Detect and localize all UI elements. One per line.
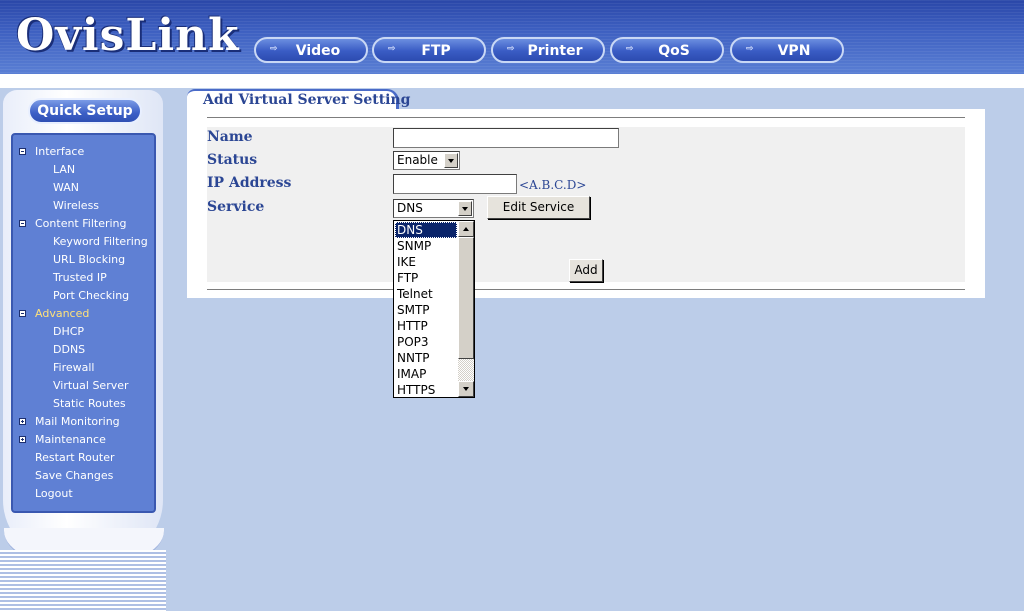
sidebar-item-maintenance[interactable]: Maintenance (35, 433, 106, 446)
service-option-snmp[interactable]: SNMP (395, 238, 457, 254)
service-option-ftp[interactable]: FTP (395, 270, 457, 286)
name-input[interactable] (393, 128, 619, 148)
sidebar-bottom-stripes (0, 550, 166, 611)
scroll-up-icon[interactable] (458, 221, 474, 237)
divider-top (207, 117, 965, 118)
edit-service-button[interactable]: Edit Service (487, 196, 590, 219)
sidebar-item-virtual-server[interactable]: Virtual Server (53, 379, 129, 392)
sidebar-item-trusted-ip[interactable]: Trusted IP (53, 271, 107, 284)
sidebar-item-logout[interactable]: Logout (35, 487, 73, 500)
sidebar-item-wireless[interactable]: Wireless (53, 199, 99, 212)
nav-button-label: FTP (421, 43, 451, 59)
status-select-value: Enable (397, 153, 438, 167)
page-title: Add Virtual Server Setting (203, 92, 411, 108)
service-option-telnet[interactable]: Telnet (395, 286, 457, 302)
scroll-down-icon[interactable] (458, 381, 474, 397)
header-subbar (0, 74, 1024, 88)
service-option-nntp[interactable]: NNTP (395, 350, 457, 366)
sidebar: Quick Setup Interface LAN WAN Wireless Conte… (0, 88, 166, 611)
nav-button-label: VPN (777, 43, 811, 59)
sidebar-item-static-routes[interactable]: Static Routes (53, 397, 126, 410)
service-option-http[interactable]: HTTP (395, 318, 457, 334)
content-tab: Add Virtual Server Setting (187, 89, 410, 110)
divider-bottom (207, 289, 965, 290)
nav-ftp-button[interactable]: ⇨ FTP (372, 37, 486, 63)
status-label: Status (207, 152, 258, 168)
sidebar-menu: Interface LAN WAN Wireless Content Filtering… (11, 133, 156, 513)
chevron-down-icon[interactable] (444, 153, 458, 168)
nav-printer-button[interactable]: ⇨ Printer (491, 37, 605, 63)
chevron-down-icon[interactable] (458, 201, 472, 216)
nav-qos-button[interactable]: ⇨ QoS (610, 37, 724, 63)
sidebar-item-dhcp[interactable]: DHCP (53, 325, 84, 338)
sidebar-item-save-changes[interactable]: Save Changes (35, 469, 113, 482)
ovislink-logo: OvisLink (16, 10, 240, 61)
sidebar-item-url-blocking[interactable]: URL Blocking (53, 253, 125, 266)
top-header: OvisLink ⇨ Video ⇨ FTP ⇨ Printer ⇨ QoS ⇨ VPN (0, 0, 1024, 74)
nav-button-label: Video (295, 43, 341, 59)
collapse-icon[interactable] (19, 310, 26, 317)
status-select[interactable]: Enable (393, 151, 460, 170)
name-label: Name (207, 129, 253, 145)
expand-icon[interactable] (19, 436, 26, 443)
quick-setup-button[interactable]: Quick Setup (28, 98, 142, 124)
collapse-icon[interactable] (19, 148, 26, 155)
sidebar-item-port-checking[interactable]: Port Checking (53, 289, 129, 302)
service-select-value: DNS (397, 201, 423, 215)
sidebar-item-restart-router[interactable]: Restart Router (35, 451, 115, 464)
nav-vpn-button[interactable]: ⇨ VPN (730, 37, 844, 63)
expand-icon[interactable] (19, 418, 26, 425)
ip-format-hint: <A.B.C.D> (519, 178, 587, 192)
service-option-imap[interactable]: IMAP (395, 366, 457, 382)
nav-video-button[interactable]: ⇨ Video (254, 37, 368, 63)
service-option-ike[interactable]: IKE (395, 254, 457, 270)
sidebar-item-keyword-filtering[interactable]: Keyword Filtering (53, 235, 148, 248)
sidebar-item-lan[interactable]: LAN (53, 163, 75, 176)
service-option-smtp[interactable]: SMTP (395, 302, 457, 318)
sidebar-item-wan[interactable]: WAN (53, 181, 79, 194)
dropdown-scrollbar[interactable] (458, 221, 474, 397)
sidebar-item-mail-monitoring[interactable]: Mail Monitoring (35, 415, 120, 428)
service-option-https[interactable]: HTTPS (395, 382, 457, 398)
service-option-dns[interactable]: DNS (395, 222, 457, 238)
ip-address-input[interactable] (393, 174, 517, 194)
service-option-pop3[interactable]: POP3 (395, 334, 457, 350)
nav-button-label: Printer (527, 43, 583, 59)
service-select[interactable]: DNS (393, 199, 474, 218)
collapse-icon[interactable] (19, 220, 26, 227)
service-label: Service (207, 199, 265, 215)
sidebar-item-firewall[interactable]: Firewall (53, 361, 94, 374)
ip-address-label: IP Address (207, 175, 292, 191)
sidebar-item-ddns[interactable]: DDNS (53, 343, 85, 356)
add-button[interactable]: Add (569, 259, 603, 282)
nav-button-label: QoS (658, 43, 690, 59)
scroll-thumb[interactable] (458, 237, 474, 359)
sidebar-item-advanced[interactable]: Advanced (35, 307, 89, 320)
sidebar-item-interface[interactable]: Interface (35, 145, 84, 158)
service-dropdown-list[interactable]: DNS SNMP IKE FTP Telnet SMTP HTTP POP3 NNTP IMAP H… (393, 220, 475, 398)
sidebar-item-content-filtering[interactable]: Content Filtering (35, 217, 127, 230)
